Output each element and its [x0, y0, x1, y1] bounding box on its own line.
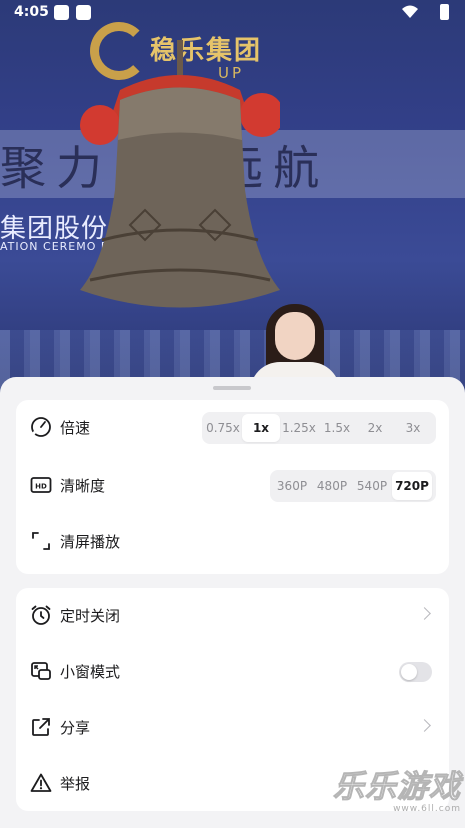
battery-icon: [440, 4, 449, 20]
video-frame: 稳乐集团 UP 聚力 梦 远航 集团股份 上市答谢会 ATION CEREMO …: [0, 0, 465, 400]
sheet-drag-handle[interactable]: [213, 386, 251, 390]
timer-row[interactable]: 定时关闭: [16, 588, 449, 644]
report-label: 举报: [60, 775, 91, 793]
playback-settings-card: 倍速 0.75x 1x 1.25x 1.5x 2x 3x HD 清晰度 360P…: [16, 400, 449, 574]
fullscreen-corners-icon: [32, 532, 50, 550]
chevron-right-icon: [418, 719, 431, 732]
speed-selector: 0.75x 1x 1.25x 1.5x 2x 3x: [202, 412, 436, 444]
alarm-clock-icon: [31, 605, 51, 625]
timer-label: 定时关闭: [60, 607, 121, 625]
speed-option-3x[interactable]: 3x: [394, 414, 432, 442]
clear-screen-label: 清屏播放: [60, 533, 121, 551]
quality-label: 清晰度: [60, 477, 106, 495]
site-watermark: 乐乐游戏 www.6ll.com: [333, 761, 461, 815]
speed-option-0.75x[interactable]: 0.75x: [204, 414, 242, 442]
quality-option-720p[interactable]: 720P: [392, 472, 432, 500]
speed-label: 倍速: [60, 419, 91, 437]
speed-dial-icon: [31, 417, 51, 437]
toggle-knob: [401, 664, 417, 680]
warning-icon: [30, 773, 52, 792]
status-time: 4:05: [14, 4, 49, 20]
speed-option-1.25x[interactable]: 1.25x: [280, 414, 318, 442]
pip-row: 小窗模式: [16, 644, 449, 700]
speed-option-1x[interactable]: 1x: [242, 414, 280, 442]
notification-icon: [76, 5, 91, 20]
pip-label: 小窗模式: [60, 663, 121, 681]
quality-row: HD 清晰度 360P 480P 540P 720P: [16, 458, 449, 514]
pip-toggle[interactable]: [399, 662, 432, 682]
wifi-icon: [402, 5, 418, 18]
status-bar: 4:05: [0, 0, 465, 26]
clear-screen-row[interactable]: 清屏播放: [16, 514, 449, 570]
quality-selector: 360P 480P 540P 720P: [270, 470, 436, 502]
share-icon: [32, 718, 50, 736]
bronze-bell: [80, 40, 280, 308]
speed-option-1.5x[interactable]: 1.5x: [318, 414, 356, 442]
watermark-title: 乐乐游戏: [333, 769, 461, 806]
svg-text:HD: HD: [35, 483, 47, 491]
share-label: 分享: [60, 719, 91, 737]
speed-row: 倍速 0.75x 1x 1.25x 1.5x 2x 3x: [16, 400, 449, 456]
quality-option-540p[interactable]: 540P: [352, 472, 392, 500]
picture-in-picture-icon: [31, 662, 51, 680]
share-row[interactable]: 分享: [16, 700, 449, 756]
speed-option-2x[interactable]: 2x: [356, 414, 394, 442]
notification-icon: [54, 5, 69, 20]
quality-option-360p[interactable]: 360P: [272, 472, 312, 500]
quality-option-480p[interactable]: 480P: [312, 472, 352, 500]
chevron-right-icon: [418, 607, 431, 620]
player-settings-sheet: 倍速 0.75x 1x 1.25x 1.5x 2x 3x HD 清晰度 360P…: [0, 377, 465, 828]
hd-icon: HD: [30, 477, 52, 493]
